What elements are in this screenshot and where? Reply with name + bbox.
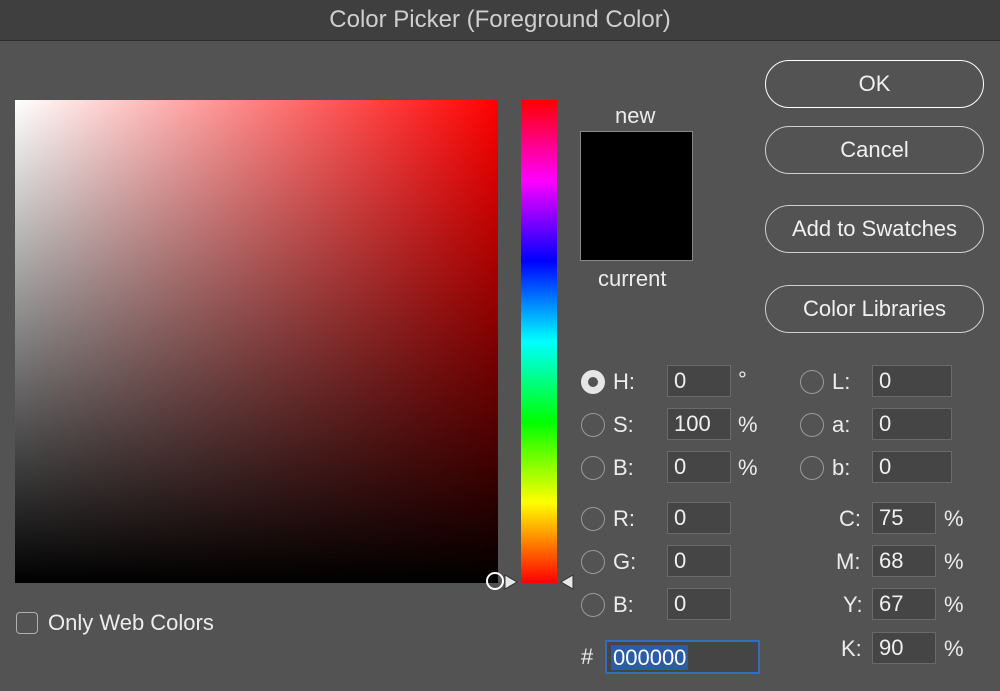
- add-to-swatches-button[interactable]: Add to Swatches: [765, 205, 984, 253]
- lab-b-label: b:: [832, 455, 851, 480]
- cyan-unit: %: [944, 506, 964, 531]
- magenta-label: M:: [836, 549, 861, 574]
- lightness-input[interactable]: 0: [872, 365, 952, 397]
- cyan-label: C:: [839, 506, 861, 531]
- hex-input[interactable]: 000000: [605, 640, 760, 674]
- green-label: G:: [613, 549, 637, 574]
- hue-label: H:: [613, 369, 635, 394]
- cancel-button[interactable]: Cancel: [765, 126, 984, 174]
- saturation-label: S:: [613, 412, 634, 437]
- color-libraries-button[interactable]: Color Libraries: [765, 285, 984, 333]
- lab-a-input[interactable]: 0: [872, 408, 952, 440]
- only-web-colors-checkbox[interactable]: [16, 612, 38, 634]
- saturation-input[interactable]: 100: [667, 408, 731, 440]
- yellow-label: Y:: [843, 592, 863, 617]
- hue-radio[interactable]: [581, 370, 605, 394]
- blue-radio[interactable]: [581, 593, 605, 617]
- ok-button[interactable]: OK: [765, 60, 984, 108]
- color-field-marker[interactable]: [486, 572, 504, 590]
- lab-b-input[interactable]: 0: [872, 451, 952, 483]
- new-color-swatch: [580, 131, 693, 261]
- red-input[interactable]: 0: [667, 502, 731, 534]
- brightness-radio[interactable]: [581, 456, 605, 480]
- lightness-radio[interactable]: [800, 370, 824, 394]
- blue-input[interactable]: 0: [667, 588, 731, 620]
- brightness-label: B:: [613, 455, 634, 480]
- blue-label: B:: [613, 592, 634, 617]
- lab-a-radio[interactable]: [800, 413, 824, 437]
- saturation-radio[interactable]: [581, 413, 605, 437]
- hue-slider-right-arrow-icon[interactable]: [559, 574, 575, 590]
- black-label: K:: [841, 636, 862, 661]
- new-color-label: new: [615, 103, 656, 128]
- only-web-colors-label[interactable]: Only Web Colors: [48, 610, 214, 636]
- hex-prefix: #: [581, 644, 594, 669]
- current-color-label: current: [598, 266, 667, 291]
- brightness-unit: %: [738, 455, 758, 480]
- hue-slider-left-arrow-icon[interactable]: [503, 574, 519, 590]
- lightness-label: L:: [832, 369, 851, 394]
- saturation-brightness-field[interactable]: [15, 100, 498, 583]
- hue-unit: °: [738, 367, 747, 392]
- green-radio[interactable]: [581, 550, 605, 574]
- lab-a-label: a:: [832, 412, 851, 437]
- yellow-unit: %: [944, 592, 964, 617]
- red-label: R:: [613, 506, 635, 531]
- red-radio[interactable]: [581, 507, 605, 531]
- saturation-unit: %: [738, 412, 758, 437]
- window-title: Color Picker (Foreground Color): [329, 6, 671, 33]
- hue-input[interactable]: 0: [667, 365, 731, 397]
- title-bar: Color Picker (Foreground Color): [0, 0, 1000, 41]
- black-input[interactable]: 90: [872, 632, 936, 664]
- cyan-input[interactable]: 75: [872, 502, 936, 534]
- magenta-unit: %: [944, 549, 964, 574]
- hex-value: 000000: [611, 645, 689, 670]
- brightness-input[interactable]: 0: [667, 451, 731, 483]
- green-input[interactable]: 0: [667, 545, 731, 577]
- black-unit: %: [944, 636, 964, 661]
- hue-slider[interactable]: [521, 100, 557, 583]
- lab-b-radio[interactable]: [800, 456, 824, 480]
- yellow-input[interactable]: 67: [872, 588, 936, 620]
- magenta-input[interactable]: 68: [872, 545, 936, 577]
